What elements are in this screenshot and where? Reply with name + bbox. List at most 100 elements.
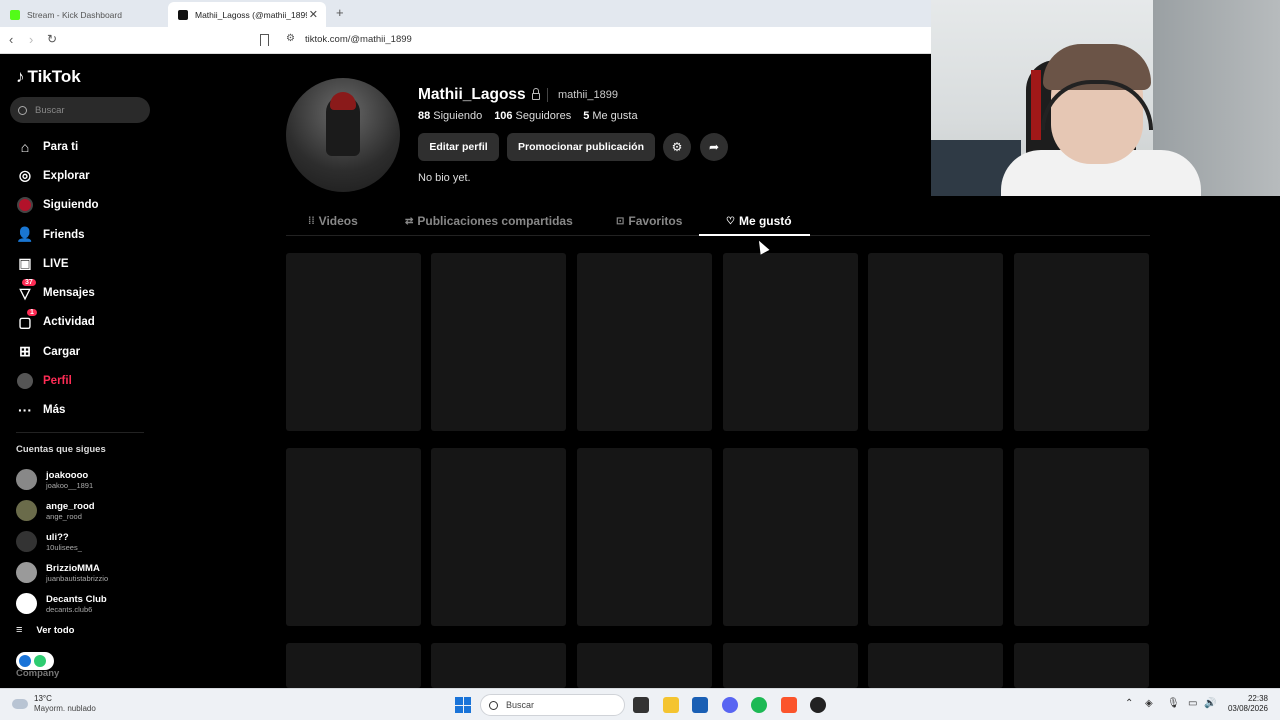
tab-favorites[interactable]: ⊡ Favoritos <box>616 214 682 228</box>
divider <box>16 432 144 433</box>
sidebar-item-mensajes[interactable]: ▽ 37 Mensajes <box>16 278 99 307</box>
likes-stat: 5 Me gusta <box>583 110 637 122</box>
following-label: Siguiendo <box>433 110 483 122</box>
tab-reposts[interactable]: ⇄ Publicaciones compartidas <box>405 214 573 228</box>
video-thumbnail[interactable] <box>577 643 712 688</box>
sidebar-item-friends[interactable]: 👤 Friends <box>16 220 99 249</box>
sidebar-item-siguiendo[interactable]: Siguiendo <box>16 191 99 220</box>
video-thumbnail[interactable] <box>1014 643 1149 688</box>
video-thumbnail[interactable] <box>868 253 1003 431</box>
settings-button[interactable]: ⚙ <box>663 133 691 161</box>
activity-icon: ▢ <box>18 313 32 330</box>
cloud-icon <box>12 699 28 709</box>
sidebar-item-cargar[interactable]: ⊞ Cargar <box>16 337 99 366</box>
start-button[interactable] <box>455 697 471 713</box>
forward-icon[interactable]: › <box>29 32 33 47</box>
username-text: Mathii_Lagoss <box>418 86 526 103</box>
video-thumbnail[interactable] <box>868 448 1003 626</box>
browser-tab-tiktok[interactable]: Mathii_Lagoss (@mathii_1899) | ✕ <box>168 2 326 27</box>
spotify-icon[interactable] <box>751 697 767 713</box>
obs-icon[interactable] <box>810 697 826 713</box>
sidebar-item-para-ti[interactable]: ⌂ Para ti <box>16 132 99 161</box>
file-explorer-icon[interactable] <box>663 697 679 713</box>
compass-icon: ◎ <box>18 167 32 184</box>
brave-icon[interactable] <box>781 697 797 713</box>
live-icon <box>34 655 46 667</box>
company-link[interactable]: Company <box>16 668 59 679</box>
video-thumbnail[interactable] <box>1014 448 1149 626</box>
search-icon <box>489 700 498 710</box>
edit-profile-button[interactable]: Editar perfil <box>418 133 499 161</box>
search-input[interactable]: Buscar <box>10 97 150 123</box>
store-icon[interactable] <box>692 697 708 713</box>
video-thumbnail[interactable] <box>431 448 566 626</box>
sidebar-item-label: Actividad <box>43 316 95 329</box>
site-info-icon[interactable]: ⚙ <box>286 33 295 44</box>
messages-badge: 37 <box>22 279 36 287</box>
following-stat[interactable]: 88 Siguiendo <box>418 110 482 122</box>
taskbar-search[interactable]: Buscar <box>480 694 625 716</box>
video-thumbnail[interactable] <box>868 643 1003 688</box>
chevron-up-icon[interactable]: ⌃ <box>1125 698 1133 709</box>
sidebar-item-label: Explorar <box>43 169 90 182</box>
following-list: joakoooo joakoo__1891 ange_rood ange_rood … <box>16 464 108 619</box>
windows-icon <box>455 705 463 713</box>
search-placeholder: Buscar <box>35 104 65 116</box>
discord-icon[interactable] <box>722 697 738 713</box>
reload-icon[interactable]: ↻ <box>47 32 57 46</box>
promote-post-button[interactable]: Promocionar publicación <box>507 133 655 161</box>
share-icon: ➦ <box>708 140 720 154</box>
following-account[interactable]: BrizzioMMA juanbautistabrizzio <box>16 557 108 588</box>
sidebar-item-live[interactable]: ▣ LIVE <box>16 249 99 278</box>
live-icon <box>19 655 31 667</box>
microphone-icon[interactable]: 🎙 <box>1167 698 1180 709</box>
likes-count: 5 <box>583 110 590 122</box>
bookmark-icon[interactable] <box>260 34 269 46</box>
video-thumbnail[interactable] <box>723 448 858 626</box>
sidebar-item-perfil[interactable]: Perfil <box>16 366 99 395</box>
video-thumbnail[interactable] <box>577 253 712 431</box>
browser-tab-title: Mathii_Lagoss (@mathii_1899) | <box>195 9 307 20</box>
video-thumbnail[interactable] <box>286 253 421 431</box>
volume-icon[interactable]: 🔊 <box>1204 698 1216 709</box>
weather-widget[interactable]: 13°C Mayorm. nublado <box>12 694 96 714</box>
search-icon <box>18 105 27 115</box>
share-button[interactable]: ➦ <box>700 133 728 161</box>
system-clock[interactable]: 22:38 03/08/2026 <box>1224 694 1268 714</box>
video-thumbnail[interactable] <box>431 643 566 688</box>
task-view-icon[interactable] <box>633 697 649 713</box>
video-thumbnail[interactable] <box>286 643 421 688</box>
new-tab-icon[interactable]: + <box>336 5 344 20</box>
tab-liked[interactable]: ♡ Me gustó <box>726 214 792 228</box>
security-icon[interactable]: ◈ <box>1145 698 1153 709</box>
tiktok-logo[interactable]: ♪ TikTok <box>16 67 81 87</box>
video-thumbnail[interactable] <box>286 448 421 626</box>
video-thumbnail[interactable] <box>723 253 858 431</box>
following-account[interactable]: ange_rood ange_rood <box>16 495 108 526</box>
video-thumbnail[interactable] <box>723 643 858 688</box>
following-account[interactable]: uli?? 10ulisees_ <box>16 526 108 557</box>
profile-username: Mathii_Lagoss <box>418 86 540 104</box>
video-thumbnail[interactable] <box>577 448 712 626</box>
following-icon <box>16 196 34 214</box>
sidebar-item-actividad[interactable]: ▢ 1 Actividad <box>16 308 99 337</box>
video-thumbnail[interactable] <box>431 253 566 431</box>
url-field[interactable]: tiktok.com/@mathii_1899 <box>305 34 412 45</box>
sidebar-item-mas[interactable]: ··· Más <box>16 396 99 425</box>
likes-label: Me gusta <box>592 110 638 122</box>
close-tab-icon[interactable]: ✕ <box>309 8 318 21</box>
account-name: uli?? <box>46 531 69 543</box>
logo-text: TikTok <box>27 67 81 86</box>
video-thumbnail[interactable] <box>1014 253 1149 431</box>
sidebar-item-label: Cargar <box>43 345 81 358</box>
following-account[interactable]: joakoooo joakoo__1891 <box>16 464 108 495</box>
following-account[interactable]: Decants Club decants.club6 <box>16 588 108 619</box>
followers-stat[interactable]: 106 Seguidores <box>494 110 571 122</box>
see-all-link[interactable]: ≡ Ver todo <box>16 624 74 636</box>
browser-tab-kick[interactable]: Stream - Kick Dashboard <box>0 2 165 27</box>
back-icon[interactable]: ‹ <box>9 32 13 47</box>
tab-videos[interactable]: ⁞⁞ Videos <box>308 214 358 228</box>
network-icon[interactable]: ▭ <box>1188 698 1197 709</box>
profile-avatar[interactable] <box>286 78 400 192</box>
sidebar-item-explorar[interactable]: ◎ Explorar <box>16 161 99 190</box>
